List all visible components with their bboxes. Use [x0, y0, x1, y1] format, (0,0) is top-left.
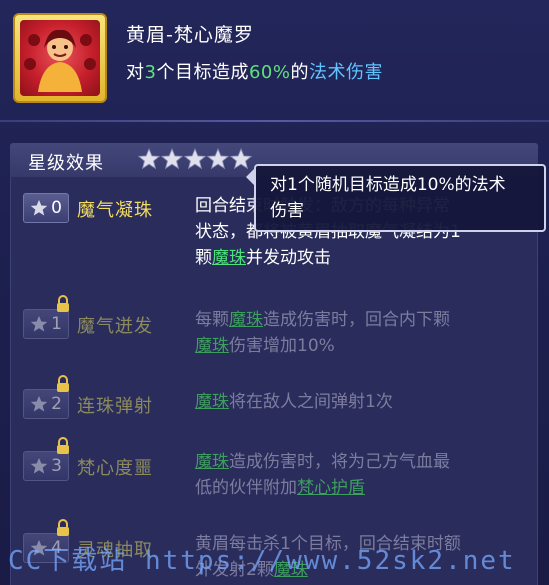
rating-star-icon [138, 147, 160, 170]
lock-icon [57, 295, 69, 312]
magic-orb-link[interactable]: 魔珠 [212, 248, 246, 268]
magic-orb-link[interactable]: 魔珠 [229, 310, 263, 330]
lock-icon [57, 375, 69, 392]
magic-orb-link[interactable]: 魔珠 [195, 336, 229, 356]
header-divider [0, 120, 549, 122]
magic-orb-link[interactable]: 魔珠 [195, 452, 229, 472]
rating-star-icon [184, 147, 206, 170]
star-effect-text: 魔珠将在敌人之间弹射1次 [195, 392, 393, 412]
star-icon [30, 315, 48, 332]
star-effect-name: 魔气凝珠 [77, 200, 153, 221]
magic-orb-link[interactable]: 魔珠 [195, 392, 229, 412]
star-effects-list: 0 魔气凝珠 回合结束时触发：敌方的每种异常 状态，都将被黄眉抽取魔气凝结为1 … [10, 177, 538, 585]
star-level-badge: 2 [23, 389, 69, 419]
star-effect-name: 魔气迸发 [77, 316, 153, 337]
watermark: CC下载站 https://www.52sk2.net [8, 546, 516, 576]
skill-portrait [13, 13, 107, 103]
star-level-badge: 0 [23, 193, 69, 223]
lock-icon [57, 437, 69, 454]
demon-portrait-icon [20, 20, 100, 96]
star-level-badge: 1 [23, 309, 69, 339]
star-effects-label: 星级效果 [28, 153, 104, 174]
skill-title: 黄眉-梵心魔罗 [126, 24, 254, 46]
magic-orb-tooltip: 对1个随机目标造成10%的法术 伤害 [254, 164, 546, 232]
star-rating [138, 147, 252, 171]
lock-icon [57, 519, 69, 536]
skill-panel: 黄眉-梵心魔罗 对3个目标造成60%的法术伤害 星级效果 0 魔气凝珠 回合结束… [0, 0, 549, 585]
rating-star-icon [207, 147, 229, 170]
star-effect-name: 梵心度噩 [77, 458, 153, 479]
shield-link[interactable]: 梵心护盾 [297, 478, 365, 498]
star-effect-name: 连珠弹射 [77, 396, 153, 417]
star-effect-text: 魔珠造成伤害时，将为己方气血最 低的伙伴附加梵心护盾 [195, 452, 450, 498]
star-effect-text: 每颗魔珠造成伤害时，回合内下颗 魔珠伤害增加10% [195, 310, 450, 356]
skill-description: 对3个目标造成60%的法术伤害 [126, 62, 383, 83]
star-level-badge: 3 [23, 451, 69, 481]
star-icon [30, 457, 48, 474]
magic-damage-label: 法术伤害 [308, 62, 383, 83]
star-icon [30, 199, 48, 216]
star-icon [30, 395, 48, 412]
rating-star-icon [161, 147, 183, 170]
